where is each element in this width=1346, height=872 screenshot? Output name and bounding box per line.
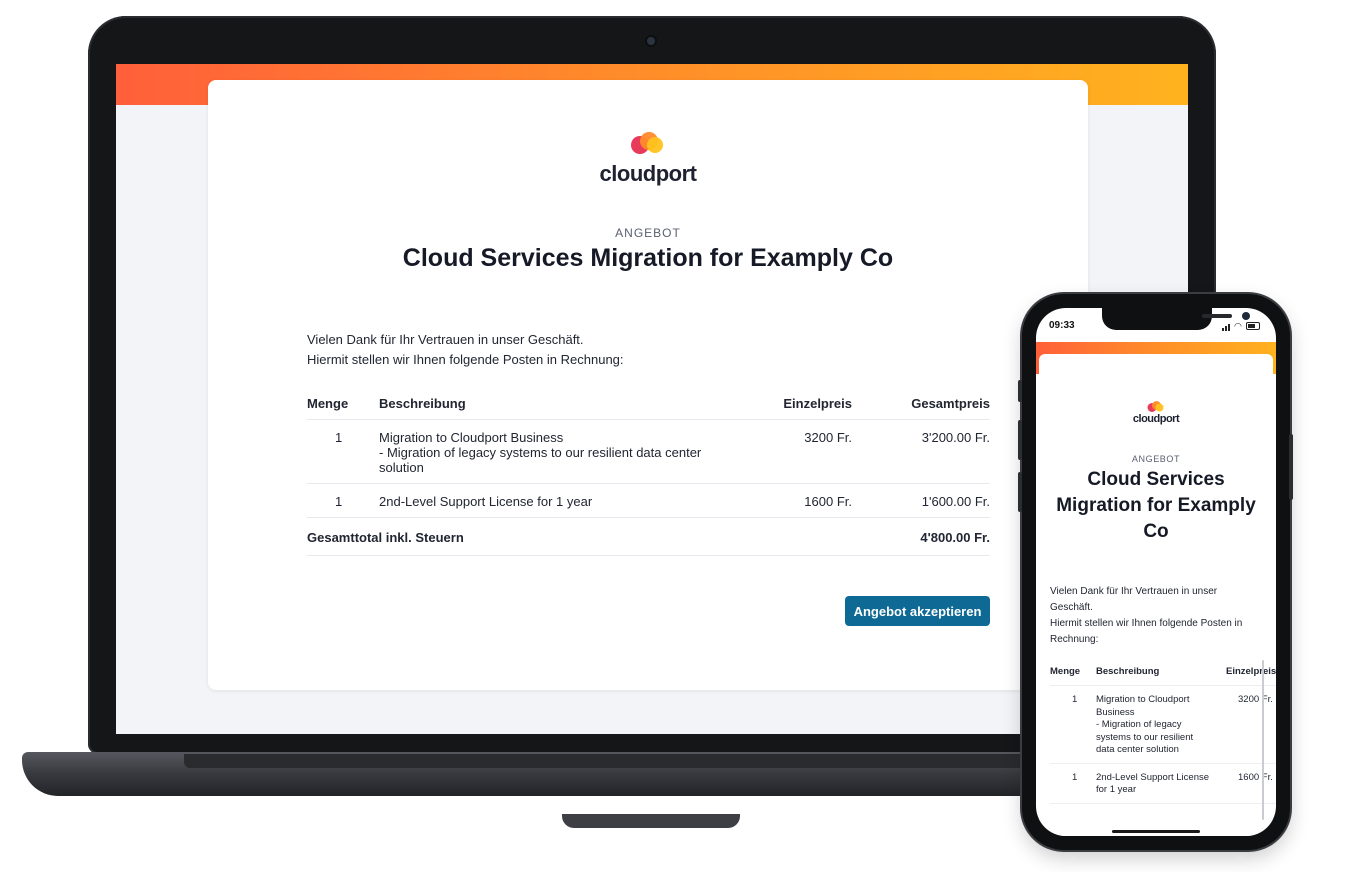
intro-text: Vielen Dank für Ihr Vertrauen in unser G… bbox=[1050, 584, 1260, 648]
status-bar-time: 09:33 bbox=[1049, 320, 1075, 331]
row-quantity: 1 bbox=[307, 483, 379, 518]
page-title: Cloud Services Migration for Examply Co bbox=[402, 244, 894, 272]
phone-notch bbox=[1102, 308, 1250, 330]
laptop-opening-notch bbox=[562, 814, 740, 828]
row-unit-price: 3200 Fr. bbox=[756, 419, 866, 484]
grand-total-value: 4'800.00 Fr. bbox=[866, 517, 990, 556]
phone-power-button bbox=[1289, 434, 1293, 500]
offer-card: cloudport ANGEBOT Cloud Services Migrati… bbox=[1039, 354, 1276, 836]
grand-total-label: Gesamttotal inkl. Steuern bbox=[307, 517, 866, 556]
row-description: 2nd-Level Support License for 1 year bbox=[1096, 763, 1224, 804]
home-indicator[interactable] bbox=[1112, 830, 1200, 833]
phone-side-button bbox=[1018, 380, 1022, 402]
offer-card: cloudport ANGEBOT Cloud Services Migrati… bbox=[208, 80, 1088, 690]
row-quantity: 1 bbox=[307, 419, 379, 484]
row-unit-price: 1600 Fr. bbox=[756, 483, 866, 518]
accept-offer-button[interactable]: Angebot akzeptieren bbox=[845, 596, 990, 626]
header-description: Beschreibung bbox=[1096, 660, 1224, 686]
intro-line-1: Vielen Dank für Ihr Vertrauen in unser G… bbox=[1050, 586, 1218, 613]
cloudport-logo: cloudport bbox=[1039, 394, 1273, 425]
table-row: 1 2nd-Level Support License for 1 year 1… bbox=[307, 483, 990, 518]
header-quantity: Menge bbox=[307, 386, 379, 420]
table-row: 1 Migration to Cloudport Business - Migr… bbox=[1050, 685, 1276, 764]
intro-text: Vielen Dank für Ihr Vertrauen in unser G… bbox=[307, 330, 624, 370]
intro-line-2: Hiermit stellen wir Ihnen folgende Poste… bbox=[1050, 618, 1243, 645]
document-type-label: ANGEBOT bbox=[1131, 454, 1181, 464]
line-items-table: Menge Beschreibung Einzelpreis 1 Migrati… bbox=[1050, 660, 1276, 804]
device-mockup-stage: cloudport ANGEBOT Cloud Services Migrati… bbox=[0, 0, 1346, 872]
header-total-price: Gesamtpreis bbox=[866, 386, 990, 420]
row-unit-price: 1600 Fr. bbox=[1224, 763, 1276, 804]
phone-volume-up-button bbox=[1018, 420, 1022, 460]
row-quantity: 1 bbox=[1050, 685, 1096, 764]
phone-volume-down-button bbox=[1018, 472, 1022, 512]
table-header-row: Menge Beschreibung Einzelpreis bbox=[1050, 660, 1276, 686]
intro-line-1: Vielen Dank für Ihr Vertrauen in unser G… bbox=[307, 332, 584, 347]
horizontal-scroll-indicator[interactable] bbox=[1262, 660, 1264, 820]
laptop-hinge bbox=[184, 754, 1034, 768]
document-type-label: ANGEBOT bbox=[615, 226, 681, 240]
line-items-table: Menge Beschreibung Einzelpreis Gesamtpre… bbox=[307, 386, 990, 556]
table-header-row: Menge Beschreibung Einzelpreis Gesamtpre… bbox=[307, 386, 990, 420]
camera-icon bbox=[647, 37, 655, 45]
page-title: Cloud Services Migration for Examply Co bbox=[1056, 469, 1256, 542]
cloudport-logo: cloudport bbox=[208, 132, 1088, 187]
cloud-logo-icon bbox=[631, 132, 665, 154]
header-unit-price: Einzelpreis bbox=[756, 386, 866, 420]
grand-total-row: Gesamttotal inkl. Steuern 4'800.00 Fr. bbox=[307, 517, 990, 556]
speaker-grille bbox=[1202, 314, 1232, 318]
cloud-logo-icon bbox=[1147, 401, 1165, 412]
row-unit-price: 3200 Fr. bbox=[1224, 685, 1276, 764]
front-camera-icon bbox=[1242, 312, 1250, 320]
row-quantity: 1 bbox=[1050, 763, 1096, 804]
row-description: Migration to Cloudport Business - Migrat… bbox=[1096, 685, 1224, 764]
logo-wordmark: cloudport bbox=[1132, 413, 1180, 425]
table-row: 1 2nd-Level Support License for 1 year 1… bbox=[1050, 763, 1276, 804]
battery-icon bbox=[1246, 322, 1260, 330]
row-description: Migration to Cloudport Business - Migrat… bbox=[379, 419, 756, 484]
status-bar-icons: ◠ bbox=[1222, 321, 1262, 331]
header-description: Beschreibung bbox=[379, 386, 756, 420]
phone-screen: 09:33 ◠ cloudport ANGEBOT Cloud Services… bbox=[1036, 308, 1276, 836]
row-total-price: 1'600.00 Fr. bbox=[866, 483, 990, 518]
table-row: 1 Migration to Cloudport Business - Migr… bbox=[307, 419, 990, 484]
intro-line-2: Hiermit stellen wir Ihnen folgende Poste… bbox=[307, 352, 624, 367]
logo-wordmark: cloudport bbox=[599, 161, 697, 186]
row-total-price: 3'200.00 Fr. bbox=[866, 419, 990, 484]
header-quantity: Menge bbox=[1050, 660, 1096, 686]
wifi-icon: ◠ bbox=[1234, 321, 1242, 331]
signal-icon bbox=[1222, 328, 1224, 331]
row-description: 2nd-Level Support License for 1 year bbox=[379, 483, 756, 518]
header-unit-price: Einzelpreis bbox=[1224, 660, 1276, 686]
